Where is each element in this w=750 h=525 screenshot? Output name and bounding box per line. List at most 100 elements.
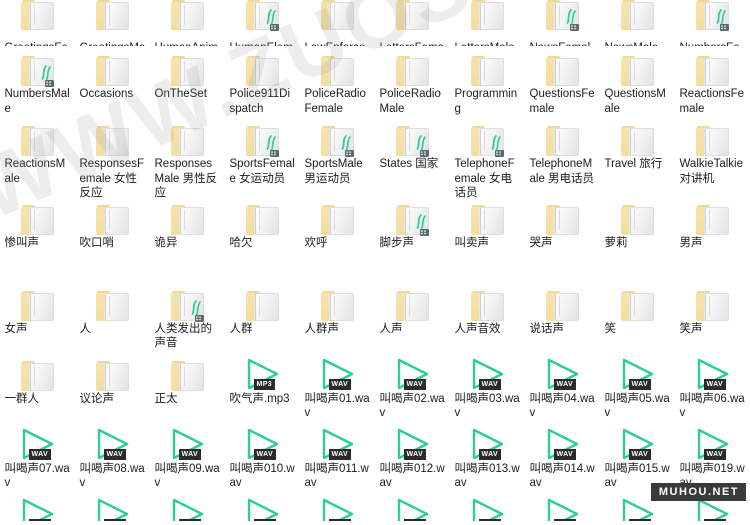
folder-item[interactable]: 哈欠 xyxy=(225,201,300,281)
folder-item[interactable]: PoliceRadioMale xyxy=(375,46,450,116)
folder-item[interactable]: QuestionsFemale xyxy=(525,46,600,116)
folder-icon xyxy=(620,126,655,156)
media-file-item[interactable]: WAV 叫喝声01.wav xyxy=(300,351,375,421)
icon-container xyxy=(390,46,436,86)
folder-item[interactable]: 人声 xyxy=(375,281,450,351)
media-file-item[interactable]: WAV xyxy=(0,491,75,521)
folder-item[interactable]: Programming xyxy=(450,46,525,116)
folder-item[interactable]: ResponsesMale 男性反应 xyxy=(150,116,225,201)
icon-container: WAV xyxy=(165,491,211,521)
folder-item[interactable]: OnTheSet xyxy=(150,46,225,116)
folder-item[interactable]: 正太 xyxy=(150,351,225,421)
icon-container xyxy=(240,201,286,235)
folder-icon xyxy=(545,290,580,321)
media-file-item[interactable]: WAV xyxy=(75,491,150,521)
icon-container xyxy=(540,281,586,321)
folder-item[interactable]: 说话声 xyxy=(525,281,600,351)
folder-item[interactable]: States 国家 xyxy=(375,116,450,201)
folder-item[interactable]: ReactionsFemale xyxy=(675,46,750,116)
media-file-item[interactable]: WAV 叫喝声012.wav xyxy=(375,421,450,491)
folder-item[interactable]: 人类发出的声音 xyxy=(150,281,225,351)
folder-item[interactable]: 哭声 xyxy=(525,201,600,281)
media-file-item[interactable]: WAV xyxy=(300,491,375,521)
folder-icon xyxy=(320,126,355,157)
folder-item[interactable]: TelephoneMale 男电话员 xyxy=(525,116,600,201)
media-file-item[interactable]: WAV 叫喝声013.wav xyxy=(450,421,525,491)
item-label: 一群人 xyxy=(4,392,40,405)
media-file-item[interactable]: WAV 叫喝声010.wav xyxy=(225,421,300,491)
media-file-item[interactable]: WAV 叫喝声07.wav xyxy=(0,421,75,491)
media-file-item[interactable]: WAV 叫喝声06.wav xyxy=(675,351,750,421)
item-label: ResponsesMale 男性反应 xyxy=(154,158,218,199)
folder-item[interactable]: WalkieTalkie 对讲机 xyxy=(675,116,750,201)
icon-container: WAV xyxy=(690,421,736,461)
folder-item[interactable]: 诡异 xyxy=(150,201,225,281)
media-file-item[interactable]: WAV 叫喝声08.wav xyxy=(75,421,150,491)
folder-item[interactable]: 人群 xyxy=(225,281,300,351)
folder-item[interactable]: NumbersFemale xyxy=(675,0,750,46)
icon-container xyxy=(315,201,361,235)
folder-item[interactable]: TelephoneFemale 女电话员 xyxy=(450,116,525,201)
media-file-item[interactable]: WAV 叫喝声05.wav xyxy=(600,351,675,421)
folder-item[interactable]: 笑 xyxy=(600,281,675,351)
file-format-badge: WAV xyxy=(478,448,502,460)
folder-item[interactable]: ResponsesFemale 女性反应 xyxy=(75,116,150,201)
icon-container: WAV xyxy=(540,491,586,521)
media-file-item[interactable]: WAV 叫喝声02.wav xyxy=(375,351,450,421)
file-icon-grid[interactable]: GreetingsFemale 女性问候GreetingsMale 男性问候Hu… xyxy=(0,0,750,521)
folder-item[interactable]: 议论声 xyxy=(75,351,150,421)
folder-item[interactable]: ReactionsMale xyxy=(0,116,75,201)
folder-item[interactable]: SportsFemale 女运动员 xyxy=(225,116,300,201)
folder-item[interactable]: NumbersMale xyxy=(0,46,75,116)
folder-item[interactable]: 人 xyxy=(75,281,150,351)
folder-item[interactable]: PoliceRadioFemale xyxy=(300,46,375,116)
folder-item[interactable]: QuestionsMale xyxy=(600,46,675,116)
file-format-badge: WAV xyxy=(628,448,652,460)
folder-icon xyxy=(245,290,280,321)
media-file-item[interactable]: WAV xyxy=(375,491,450,521)
item-label: 叫喝声014.wav xyxy=(529,462,595,490)
media-file-item[interactable]: WAV 叫喝声014.wav xyxy=(525,421,600,491)
folder-item[interactable]: Occasions xyxy=(75,46,150,116)
folder-item[interactable]: 欢呼 xyxy=(300,201,375,281)
folder-item[interactable]: Police911Dispatch xyxy=(225,46,300,116)
media-file-item[interactable]: WAV xyxy=(225,491,300,521)
folder-item[interactable]: 笑声 xyxy=(675,281,750,351)
media-file-item[interactable]: WAV 叫喝声09.wav xyxy=(150,421,225,491)
icon-container xyxy=(15,201,61,235)
folder-item[interactable]: 惨叫声 xyxy=(0,201,75,281)
folder-item[interactable]: LawEnforcement 执法 xyxy=(300,0,375,46)
folder-item[interactable]: LettersMale 字母男 xyxy=(450,0,525,46)
folder-item[interactable]: GreetingsMale 男性问候 xyxy=(75,0,150,46)
folder-item[interactable]: 脚步声 xyxy=(375,201,450,281)
folder-item[interactable]: HumanAnimals xyxy=(150,0,225,46)
folder-item[interactable]: 一群人 xyxy=(0,351,75,421)
media-file-item[interactable]: WAV xyxy=(450,491,525,521)
folder-item[interactable]: 人声音效 xyxy=(450,281,525,351)
media-file-item[interactable]: WAV 叫喝声011.wav xyxy=(300,421,375,491)
media-file-item[interactable]: WAV 叫喝声015.wav xyxy=(600,421,675,491)
media-file-item[interactable]: WAV叫喝声019.wav xyxy=(675,421,750,491)
folder-item[interactable]: NewsFemale xyxy=(525,0,600,46)
media-file-item[interactable]: WAV 叫喝声04.wav xyxy=(525,351,600,421)
media-file-item[interactable]: WAV 叫喝声03.wav xyxy=(450,351,525,421)
media-file-item[interactable]: MP3 吹气声.mp3 xyxy=(225,351,300,421)
folder-item[interactable]: 男声 xyxy=(675,201,750,281)
folder-item[interactable]: 吹口哨 xyxy=(75,201,150,281)
item-label: PoliceRadioFemale xyxy=(304,88,366,115)
media-file-item[interactable]: WAV xyxy=(150,491,225,521)
folder-item[interactable]: LettersFemale xyxy=(375,0,450,46)
media-play-icon: WAV xyxy=(393,357,433,391)
folder-item[interactable]: 人群声 xyxy=(300,281,375,351)
folder-item[interactable]: SportsMale 男运动员 xyxy=(300,116,375,201)
folder-item[interactable]: GreetingsFemale 女性问候 xyxy=(0,0,75,46)
item-label: 叫喝声05.wav xyxy=(604,392,670,420)
folder-item[interactable]: NewsMale xyxy=(600,0,675,46)
folder-item[interactable]: HumanElements xyxy=(225,0,300,46)
folder-item[interactable]: Travel 旅行 xyxy=(600,116,675,201)
media-file-item[interactable]: WAV xyxy=(525,491,600,521)
folder-item[interactable]: 萝莉 xyxy=(600,201,675,281)
icon-container xyxy=(540,46,586,86)
folder-item[interactable]: 女声 xyxy=(0,281,75,351)
folder-item[interactable]: 叫卖声 xyxy=(450,201,525,281)
